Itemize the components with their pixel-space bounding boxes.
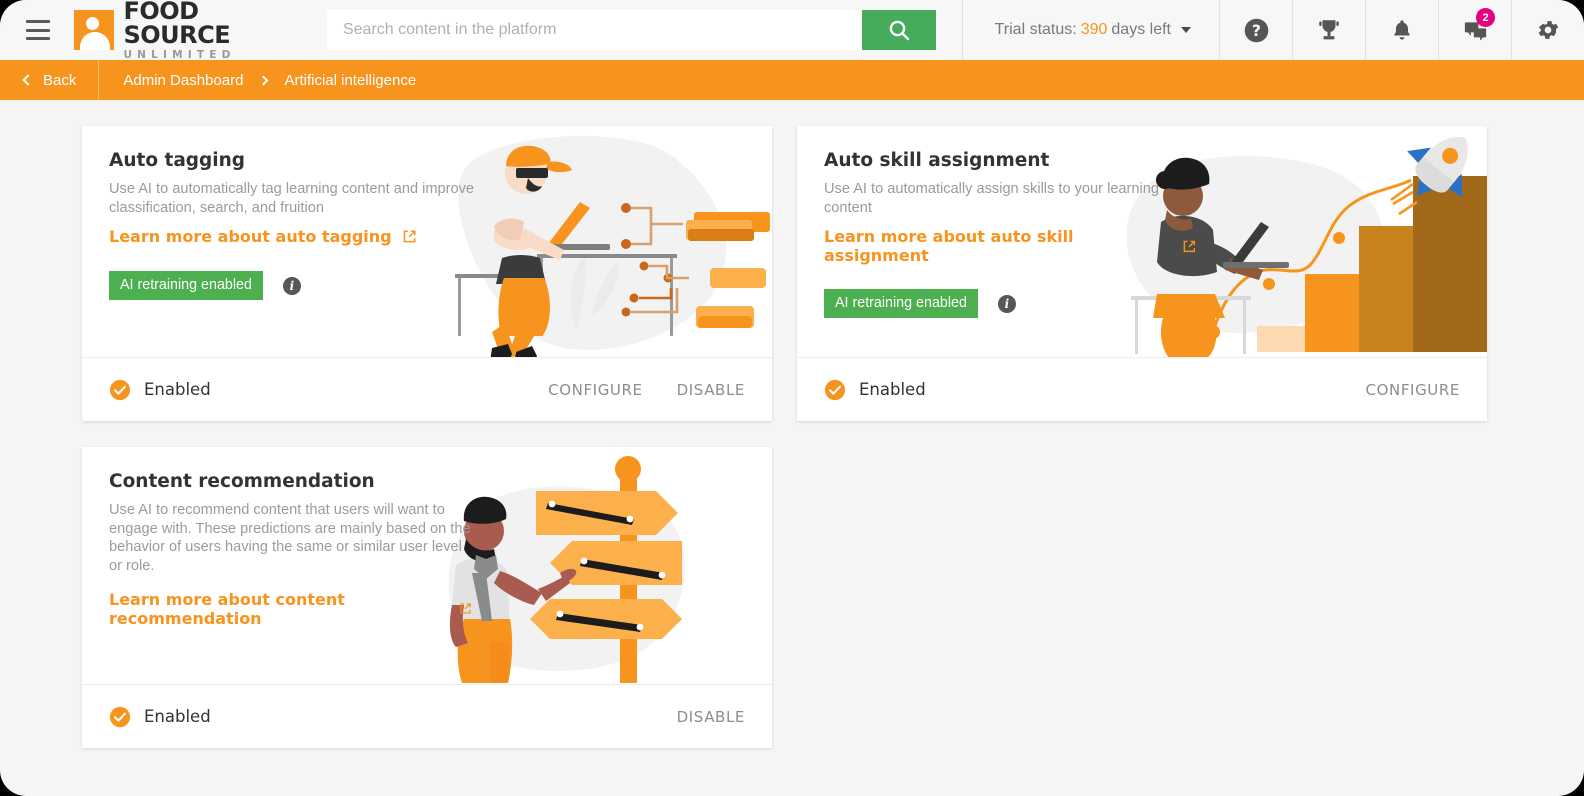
learn-more-link[interactable]: Learn more about content recommendation [109,590,472,628]
check-circle-icon [109,706,131,727]
trial-suffix: days left [1111,21,1171,38]
card-footer: Enabled CONFIGURE DISABLE [82,357,772,421]
external-link-icon [460,603,471,614]
messages-icon-button[interactable]: 2 [1438,0,1511,60]
status-label: Enabled [144,380,211,399]
learn-more-link[interactable]: Learn more about auto skill assignment [824,227,1197,265]
card-title: Auto tagging [109,150,246,171]
disable-button[interactable]: DISABLE [677,708,745,726]
header-icon-group: ? 2 [1219,0,1584,60]
grid-empty-slot [797,447,1487,748]
chevron-right-icon [258,75,269,85]
card-description: Use AI to recommend content that users w… [109,502,471,575]
settings-icon-button[interactable] [1511,0,1584,60]
retraining-status-row: AI retraining enabled i [824,289,1197,319]
card-content-recommendation: Content recommendation Use AI to recomme… [82,447,772,748]
retraining-status-row: AI retraining enabled i [109,271,482,301]
disable-button[interactable]: DISABLE [677,381,745,399]
status-badge: Enabled [109,379,211,401]
notifications-icon-button[interactable] [1365,0,1438,60]
card-title: Auto skill assignment [824,150,1050,171]
check-circle-icon [109,379,131,400]
top-navigation-bar: FOOD SOURCE UNLIMITED Trial status: 390 … [0,0,1584,60]
ai-retraining-badge: AI retraining enabled [824,289,978,319]
logo-primary-text: FOOD SOURCE [123,0,231,50]
card-title: Content recommendation [109,471,375,492]
status-label: Enabled [144,707,211,726]
configure-button[interactable]: CONFIGURE [1366,381,1460,399]
external-link-icon [403,230,416,243]
trial-status-dropdown[interactable]: Trial status: 390 days left [961,0,1191,60]
gear-icon [1538,21,1559,39]
status-badge: Enabled [824,379,926,401]
learn-more-link[interactable]: Learn more about auto tagging [109,227,417,246]
info-icon[interactable]: i [997,294,1016,313]
status-badge: Enabled [109,706,211,728]
external-link-icon [1184,240,1196,252]
help-icon: ? [1244,18,1268,42]
learn-more-label: Learn more about auto skill assignment [824,227,1074,266]
svg-text:?: ? [1251,21,1260,40]
breadcrumb-item-admin-dashboard[interactable]: Admin Dashboard [123,72,243,89]
status-label: Enabled [859,380,926,399]
ai-feature-card-grid: Auto tagging Use AI to automatically tag… [82,126,1502,748]
app-window: FOOD SOURCE UNLIMITED Trial status: 390 … [0,0,1584,796]
card-auto-skill-assignment: Auto skill assignment Use AI to automati… [797,126,1487,421]
person-laptop-tagging-illustration [455,135,770,357]
hamburger-menu-icon[interactable] [22,17,54,43]
search-button[interactable] [861,10,936,50]
trophy-icon [1319,20,1339,40]
card-description: Use AI to automatically tag learning con… [109,181,475,216]
card-footer: Enabled DISABLE [82,684,772,748]
configure-button[interactable]: CONFIGURE [548,381,642,399]
learn-more-label: Learn more about auto tagging [109,227,392,247]
breadcrumb-bar: Back Admin Dashboard Artificial intellig… [0,60,1584,100]
ai-retraining-badge: AI retraining enabled [109,271,263,301]
search-input[interactable] [326,10,862,50]
global-search [326,10,936,50]
chevron-left-icon [22,74,34,86]
chevron-down-icon [1181,27,1191,33]
back-button[interactable]: Back [0,60,100,100]
trial-prefix: Trial status: [994,21,1077,38]
breadcrumb: Admin Dashboard Artificial intelligence [99,72,416,89]
back-button-label: Back [43,71,77,89]
app-logo[interactable]: FOOD SOURCE UNLIMITED [74,0,299,61]
bell-icon [1394,20,1410,40]
info-icon[interactable]: i [282,276,301,295]
card-footer: Enabled CONFIGURE [797,357,1487,421]
card-auto-tagging: Auto tagging Use AI to automatically tag… [82,126,772,421]
help-icon-button[interactable]: ? [1219,0,1292,60]
breadcrumb-item-artificial-intelligence: Artificial intelligence [284,71,417,89]
trophy-icon-button[interactable] [1292,0,1365,60]
card-description: Use AI to automatically assign skills to… [824,181,1160,216]
trial-days-count: 390 [1080,21,1108,38]
person-pointing-signpost-illustration [448,456,685,683]
search-icon [889,20,909,41]
check-circle-icon [824,379,846,400]
messages-badge-count: 2 [1476,8,1495,27]
logo-mark-icon [74,10,115,50]
learn-more-label: Learn more about content recommendation [109,589,345,628]
